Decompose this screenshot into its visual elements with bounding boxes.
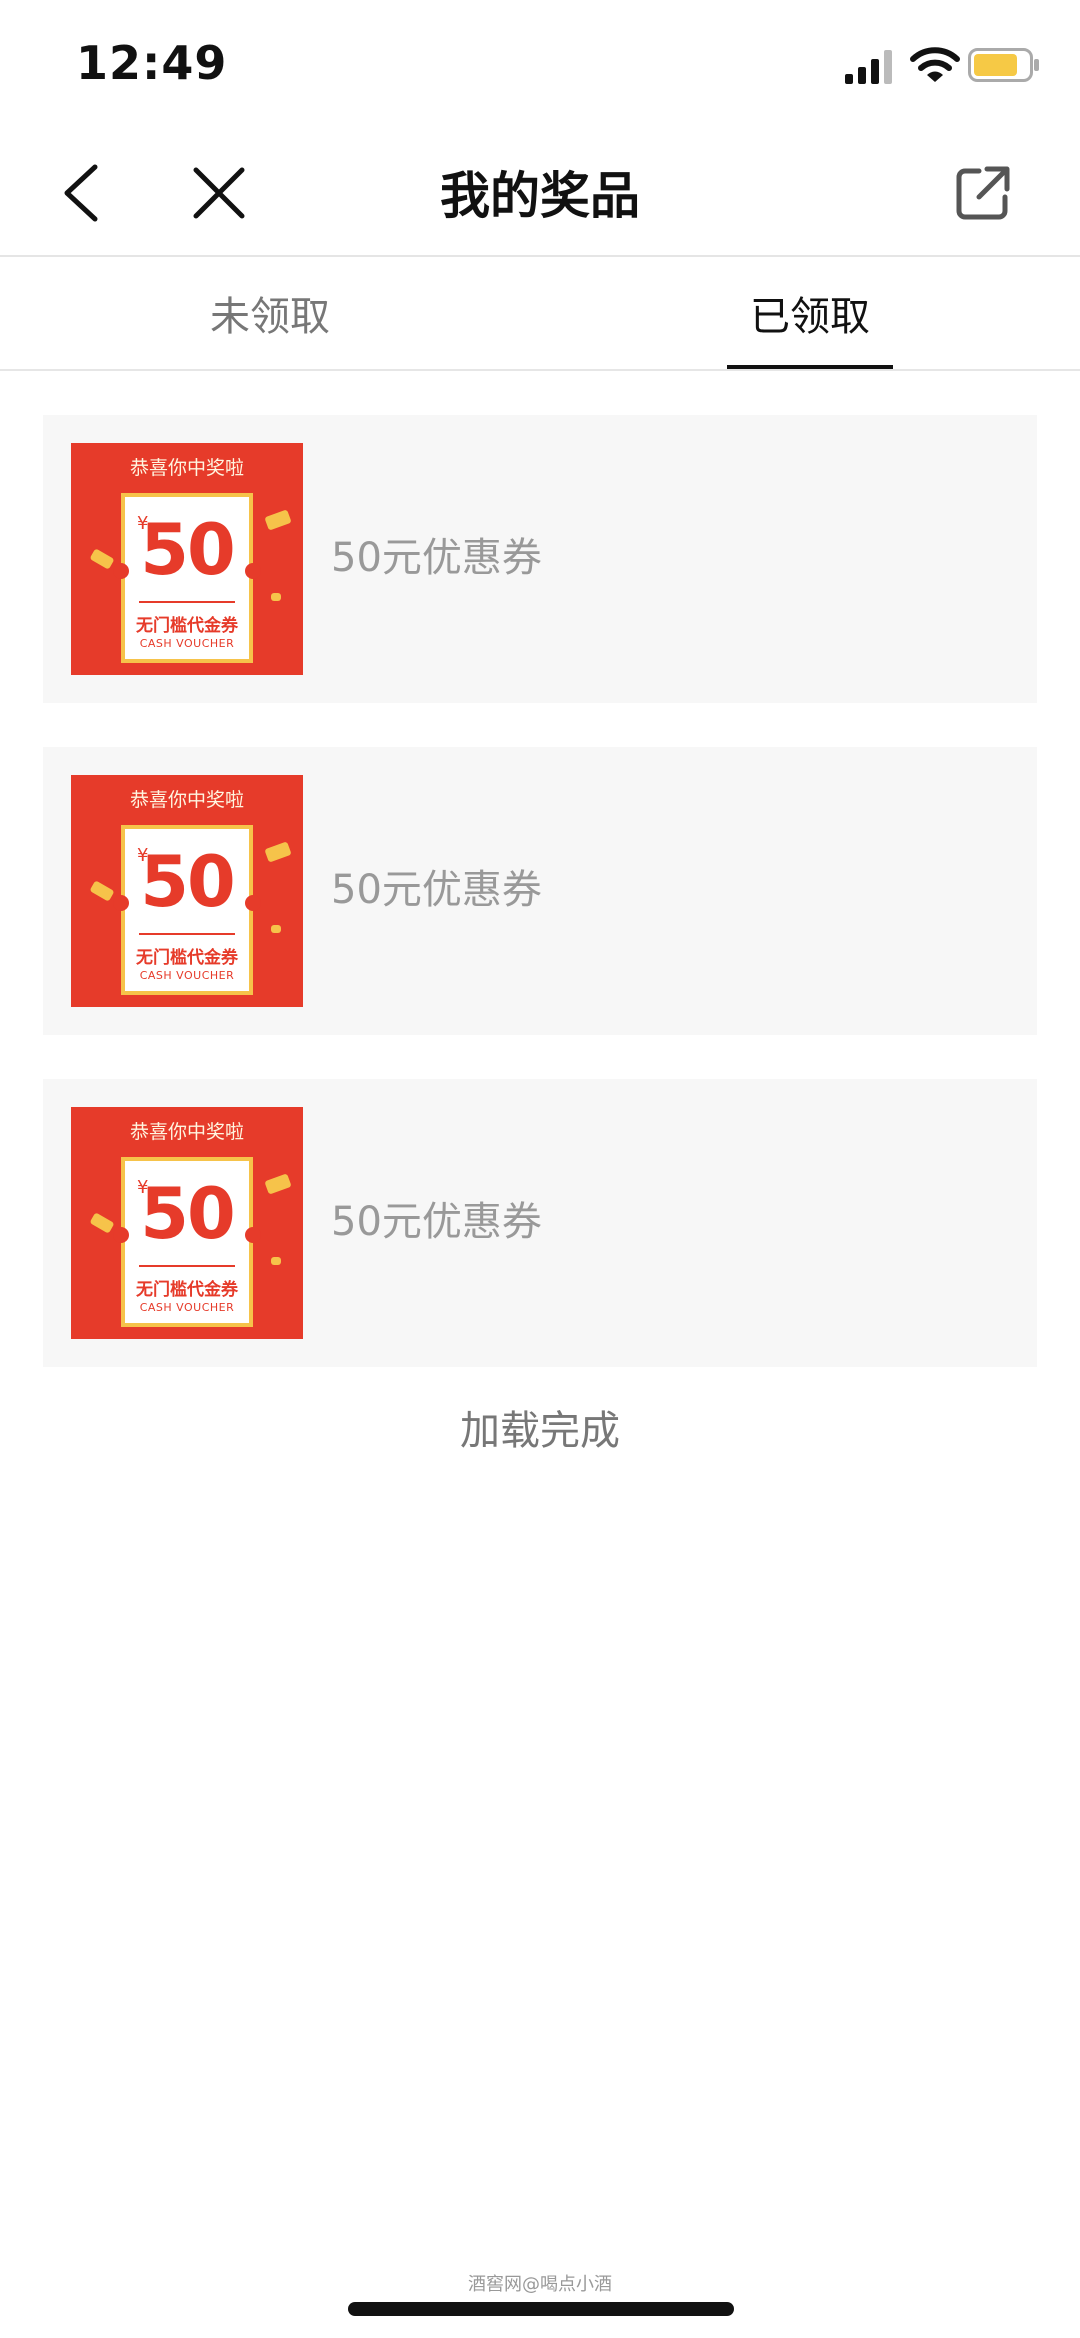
voucher-image: 恭喜你中奖啦 ¥ 50 无门槛代金券 CASH VOUCHER (71, 1107, 303, 1339)
external-link-icon (956, 166, 1010, 220)
tab-bar: 未领取 已领取 (0, 257, 1080, 371)
prize-list: 恭喜你中奖啦 ¥ 50 无门槛代金券 CASH VOUCHER 50元优惠券 恭… (43, 415, 1037, 1411)
prize-item[interactable]: 恭喜你中奖啦 ¥ 50 无门槛代金券 CASH VOUCHER 50元优惠券 (43, 1079, 1037, 1367)
load-complete-text: 加载完成 (460, 1408, 620, 1454)
tab-indicator (727, 365, 893, 369)
tab-unclaimed[interactable]: 未领取 (0, 257, 540, 369)
voucher-sub: CASH VOUCHER (139, 637, 235, 650)
voucher-desc: 无门槛代金券 (136, 616, 238, 636)
tab-claimed[interactable]: 已领取 (540, 257, 1080, 369)
voucher-image: 恭喜你中奖啦 ¥ 50 无门槛代金券 CASH VOUCHER (71, 775, 303, 1007)
prize-name: 50元优惠券 (331, 535, 542, 581)
voucher-sub: CASH VOUCHER (139, 969, 235, 982)
voucher-desc: 无门槛代金券 (136, 1280, 238, 1300)
watermark: 酒窖网@喝点小酒 (468, 2274, 612, 2295)
voucher-sub: CASH VOUCHER (139, 1301, 235, 1314)
home-indicator[interactable] (348, 2302, 734, 2316)
prize-name: 50元优惠券 (331, 867, 542, 913)
status-time: 12:49 (76, 36, 228, 90)
signal-icon (845, 50, 892, 84)
voucher-header: 恭喜你中奖啦 (129, 457, 244, 479)
voucher-amount: 50 (140, 841, 235, 923)
prize-item[interactable]: 恭喜你中奖啦 ¥ 50 无门槛代金券 CASH VOUCHER 50元优惠券 (43, 415, 1037, 703)
nav-bar: 我的奖品 (0, 130, 1080, 257)
status-bar: 12:49 (0, 0, 1080, 130)
voucher-desc: 无门槛代金券 (136, 948, 238, 968)
voucher-image: 恭喜你中奖啦 ¥ 50 无门槛代金券 CASH VOUCHER (71, 443, 303, 675)
voucher-amount: 50 (140, 1173, 235, 1255)
page-title: 我的奖品 (440, 167, 640, 225)
voucher-header: 恭喜你中奖啦 (129, 789, 244, 811)
voucher-amount: 50 (140, 509, 235, 591)
wifi-icon (910, 47, 960, 82)
share-button[interactable] (948, 158, 1018, 228)
prize-name: 50元优惠券 (331, 1199, 542, 1245)
battery-icon (968, 48, 1039, 82)
voucher-header: 恭喜你中奖啦 (129, 1121, 244, 1143)
prize-item[interactable]: 恭喜你中奖啦 ¥ 50 无门槛代金券 CASH VOUCHER 50元优惠券 (43, 747, 1037, 1035)
